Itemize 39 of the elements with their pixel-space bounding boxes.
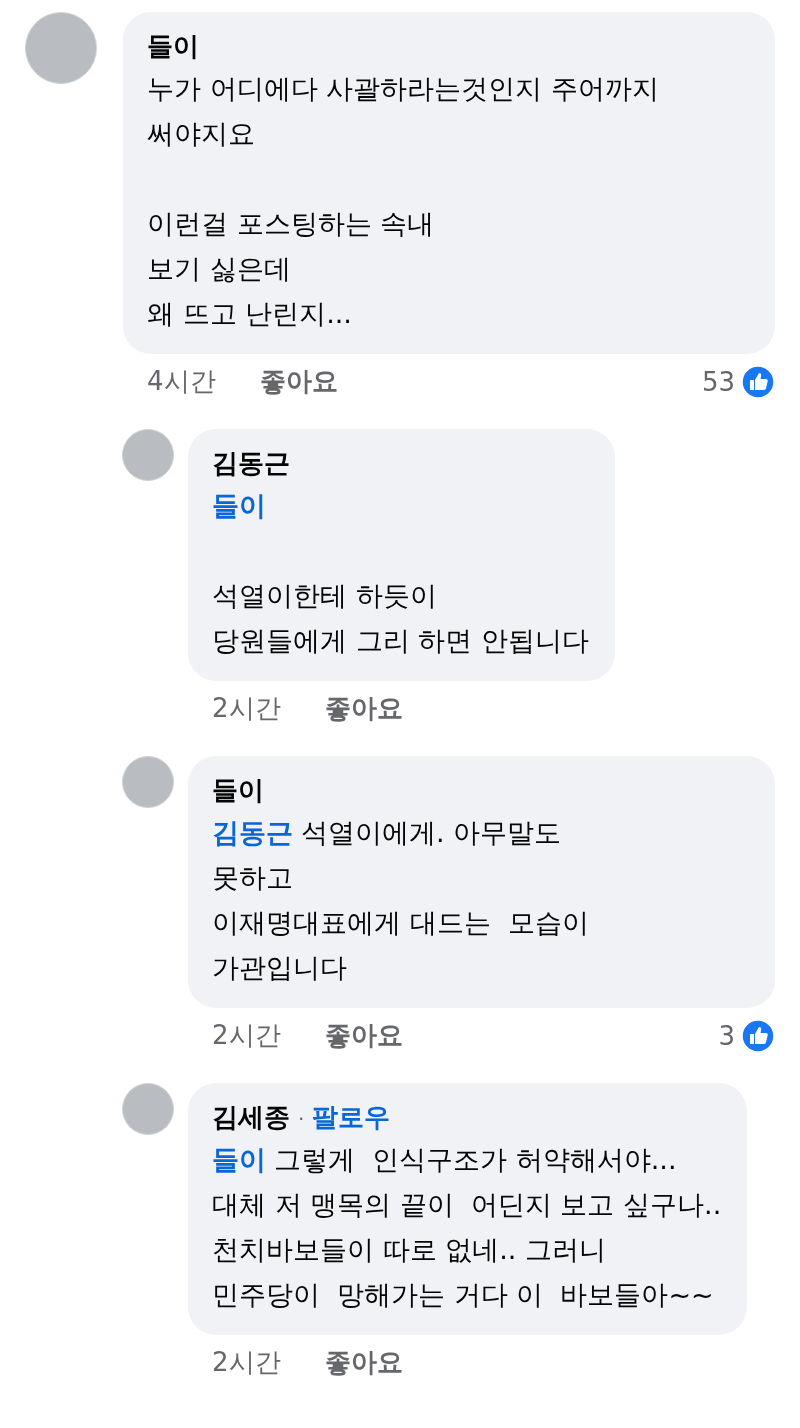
comment-text: 석열이한테 하듯이 (212, 579, 438, 613)
comment-text: 왜 뜨고 난린지... (147, 297, 353, 331)
like-link[interactable]: 좋아요 (259, 364, 338, 399)
comment-author[interactable]: 김세종 (212, 1097, 290, 1137)
reaction-count: 3 (718, 1020, 735, 1051)
comment-text: 누가 어디에다 사괄하라는것인지 주어까지 (147, 72, 660, 106)
comment-time: 4시간 (147, 365, 216, 398)
comment-author[interactable]: 들이 (147, 26, 199, 66)
mention-link[interactable]: 들이 (212, 1144, 266, 1175)
comment-text: 써야지요 (147, 117, 256, 151)
like-link[interactable]: 좋아요 (324, 1018, 403, 1053)
follow-link[interactable]: 팔로우 (312, 1100, 391, 1135)
comment-text: 민주당이 망해가는 거다 이 바보들아~~ (212, 1278, 715, 1312)
avatar-photo[interactable] (122, 1083, 174, 1135)
comment-text: 그렇게 인식구조가 허약해서야... (274, 1144, 677, 1175)
reaction-count: 53 (701, 366, 735, 397)
comment-text: 천치바보들이 따로 없네.. 그러니 (212, 1233, 607, 1267)
like-link[interactable]: 좋아요 (324, 691, 403, 726)
thumbs-up-icon (741, 1018, 775, 1053)
comment-time: 2시간 (212, 1346, 281, 1379)
comment-time: 2시간 (212, 1019, 281, 1052)
comment-author[interactable]: 김동근 (212, 443, 290, 483)
mention-link[interactable]: 김동근 (212, 817, 293, 848)
avatar-photo[interactable] (122, 429, 174, 481)
comment-text: 이재명대표에게 대드는 모습이 (212, 906, 590, 940)
comment-text: 대체 저 맹목의 끝이 어딘지 보고 싶구나.. (212, 1188, 722, 1222)
like-link[interactable]: 좋아요 (324, 1345, 403, 1380)
comment-text: 보기 싫은데 (147, 252, 292, 286)
avatar-photo[interactable] (122, 756, 174, 808)
mention-link[interactable]: 들이 (212, 490, 266, 521)
comment-text: 가관입니다 (212, 951, 348, 985)
comment-text: 못하고 (212, 861, 294, 895)
comment-text: 이런걸 포스팅하는 속내 (147, 207, 436, 241)
comment-text: 당원들에게 그리 하면 안됩니다 (212, 624, 589, 658)
thumbs-up-icon (741, 364, 775, 399)
separator-dot: · (298, 1107, 305, 1131)
comment-time: 2시간 (212, 692, 281, 725)
comment-author[interactable]: 들이 (212, 770, 264, 810)
comment-text: 석열이에게. 아무말도 (301, 817, 562, 848)
